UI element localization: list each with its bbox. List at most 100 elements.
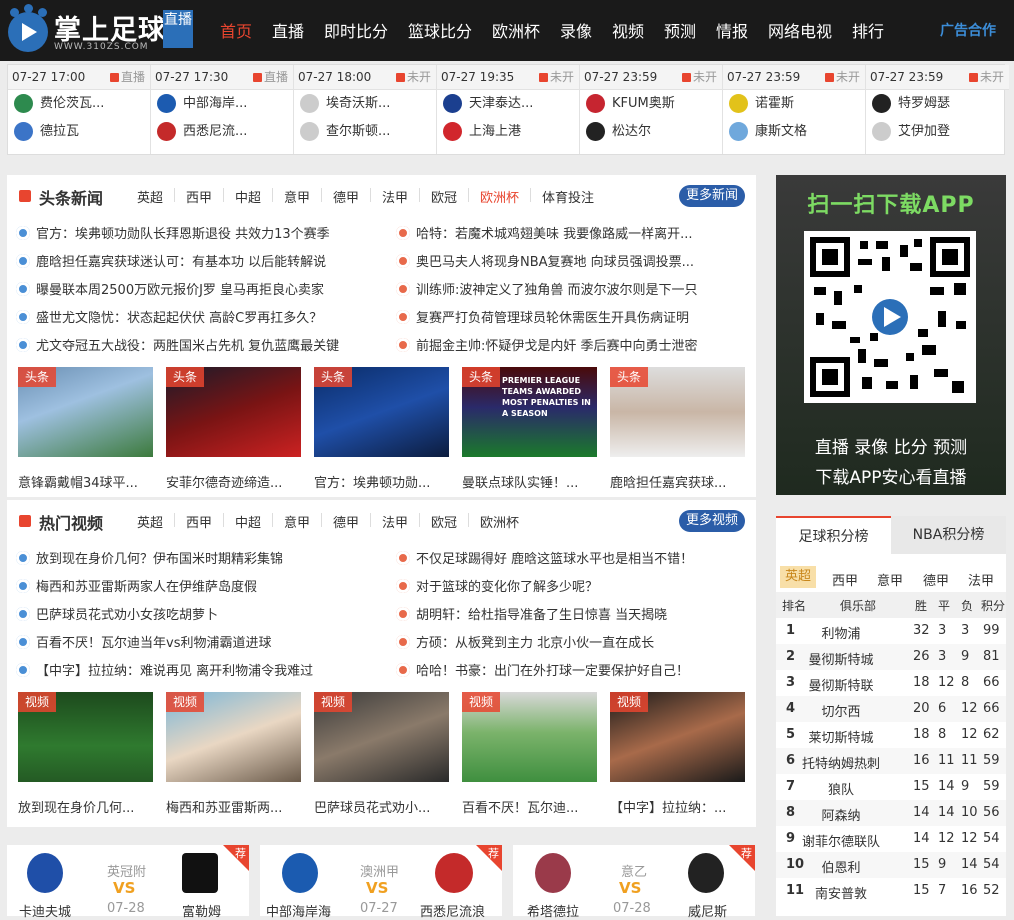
app-download-panel[interactable]: 扫一扫下载APP 直播 录像 比分 预测 下载APP安心看直播	[776, 175, 1006, 495]
video-thumbnail[interactable]: 视频	[166, 692, 301, 782]
video-link[interactable]: 放到现在身价几何？伊布国米时期精彩集锦	[16, 548, 376, 567]
standings-row[interactable]: 4 切尔西 20 6 12 66	[776, 696, 1006, 722]
standings-row[interactable]: 7 狼队 15 14 9 59	[776, 774, 1006, 800]
match-card[interactable]: 07-27 23:59 未开 特罗姆瑟 艾伊加登	[866, 65, 1009, 154]
nav-euro[interactable]: 欧洲杯	[492, 18, 540, 42]
news-link[interactable]: 官方：埃弗顿功勋队长拜恩斯退役 共效力13个赛季	[16, 223, 376, 242]
tab-euro[interactable]: 欧洲杯	[480, 512, 519, 531]
news-link[interactable]: 奥巴马夫人将现身NBA复赛地 向球员强调投票...	[396, 251, 746, 270]
tab-ucl[interactable]: 欧冠	[431, 187, 457, 206]
standings-row[interactable]: 2 曼彻斯特城 26 3 9 81	[776, 644, 1006, 670]
news-link[interactable]: 盛世尤文隐忧：状态起起伏伏 高龄C罗再扛多久？	[16, 307, 376, 326]
match-card[interactable]: 07-27 18:00 未开 埃奇沃斯... 查尔斯顿...	[294, 65, 437, 154]
standings-row[interactable]: 8 阿森纳 14 14 10 56	[776, 800, 1006, 826]
league-bundesliga[interactable]: 德甲	[923, 570, 949, 589]
video-link[interactable]: 巴萨球员花式劝小女孩吃胡萝卜	[16, 604, 376, 623]
tab-betting[interactable]: 体育投注	[542, 187, 594, 206]
video-link[interactable]: 对于篮球的变化你了解多少呢？	[396, 576, 746, 595]
site-logo[interactable]: 掌上足球 直播 WWW.310ZS.COM	[8, 4, 193, 56]
nav-video[interactable]: 视频	[612, 18, 644, 42]
ad-link[interactable]: 广告合作	[940, 20, 996, 40]
fixture-card[interactable]: 荐 意乙 VS 07-28 希塔德拉 威尼斯	[513, 845, 755, 920]
tab-nba-standings[interactable]: NBA积分榜	[891, 516, 1006, 554]
news-link[interactable]: 鹿晗担任嘉宾获球迷认可：有基本功 以后能转解说	[16, 251, 376, 270]
match-card[interactable]: 07-27 19:35 未开 天津泰达... 上海上港	[437, 65, 580, 154]
video-link[interactable]: 【中字】拉拉纳：难说再见 离开利物浦令我难过	[16, 660, 376, 679]
league-seriea[interactable]: 意甲	[877, 570, 903, 589]
tab-euro[interactable]: 欧洲杯	[480, 187, 519, 206]
video-link[interactable]: 哈哈！书豪：出门在外打球一定要保护好自己！	[396, 660, 746, 679]
tab-seriea[interactable]: 意甲	[284, 187, 310, 206]
thumbnail-caption[interactable]: 放到现在身价几何...	[18, 797, 153, 816]
news-thumbnail[interactable]: 头条	[314, 367, 449, 457]
video-link[interactable]: 百看不厌！瓦尔迪当年vs利物浦霸道进球	[16, 632, 376, 651]
news-link[interactable]: 复赛严打负荷管理球员轮休需医生开具伤病证明	[396, 307, 746, 326]
standings-row[interactable]: 10 伯恩利 15 9 14 54	[776, 852, 1006, 878]
video-thumbnail[interactable]: 视频	[462, 692, 597, 782]
standings-row[interactable]: 5 莱切斯特城 18 8 12 62	[776, 722, 1006, 748]
tab-bundesliga[interactable]: 德甲	[333, 512, 359, 531]
tab-bundesliga[interactable]: 德甲	[333, 187, 359, 206]
video-link[interactable]: 方硕：从板凳到主力 北京小伙一直在成长	[396, 632, 746, 651]
thumbnail-caption[interactable]: 鹿晗担任嘉宾获球...	[610, 472, 745, 491]
video-thumbnail[interactable]: 视频	[18, 692, 153, 782]
thumbnail-caption[interactable]: 巴萨球员花式劝小...	[314, 797, 449, 816]
tab-csl[interactable]: 中超	[235, 512, 261, 531]
news-thumbnail[interactable]: 头条 PREMIER LEAGUE TEAMS AWARDED MOST PENA…	[462, 367, 597, 457]
thumbnail-caption[interactable]: 官方：埃弗顿功勋...	[314, 472, 449, 491]
standings-row[interactable]: 3 曼彻斯特联 18 12 8 66	[776, 670, 1006, 696]
thumbnail-caption[interactable]: 梅西和苏亚雷斯两...	[166, 797, 301, 816]
tab-ucl[interactable]: 欧冠	[431, 512, 457, 531]
fixture-card[interactable]: 荐 英冠附 VS 07-28 卡迪夫城 富勒姆	[7, 845, 249, 920]
nav-home[interactable]: 首页	[220, 18, 252, 42]
nav-rank[interactable]: 排行	[852, 18, 884, 42]
video-link[interactable]: 梅西和苏亚雷斯两家人在伊维萨岛度假	[16, 576, 376, 595]
more-videos-button[interactable]: 更多视频	[679, 510, 745, 532]
tab-epl[interactable]: 英超	[137, 187, 163, 206]
match-card[interactable]: 07-27 23:59 未开 KFUM奥斯 松达尔	[580, 65, 723, 154]
nav-basketball[interactable]: 篮球比分	[408, 18, 472, 42]
nav-intel[interactable]: 情报	[716, 18, 748, 42]
video-thumbnail[interactable]: 视频	[314, 692, 449, 782]
match-card[interactable]: 07-27 17:00 直播 费伦茨瓦... 德拉瓦	[8, 65, 151, 154]
news-link[interactable]: 前掘金主帅:怀疑伊戈是内奸 季后赛中向勇士泄密	[396, 335, 746, 354]
thumbnail-caption[interactable]: 安菲尔德奇迹缔造...	[166, 472, 301, 491]
fixture-card[interactable]: 荐 澳洲甲 VS 07-27 中部海岸海 西悉尼流浪	[260, 845, 502, 920]
video-thumbnail[interactable]: 视频	[610, 692, 745, 782]
nav-predict[interactable]: 预测	[664, 18, 696, 42]
thumbnail-caption[interactable]: 曼联点球队实锤！...	[462, 472, 597, 491]
standings-row[interactable]: 1 利物浦 32 3 3 99	[776, 618, 1006, 644]
video-link[interactable]: 胡明轩：给杜指导准备了生日惊喜 当天揭晓	[396, 604, 746, 623]
news-thumbnail[interactable]: 头条	[610, 367, 745, 457]
standings-row[interactable]: 9 谢菲尔德联队 14 12 12 54	[776, 826, 1006, 852]
thumbnail-caption[interactable]: 意锋霸戴帽34球平...	[18, 472, 153, 491]
news-thumbnail[interactable]: 头条	[166, 367, 301, 457]
tab-ligue1[interactable]: 法甲	[382, 512, 408, 531]
tab-laliga[interactable]: 西甲	[186, 187, 212, 206]
news-link[interactable]: 训练师:波神定义了独角兽 而波尔波尔则是下一只	[396, 279, 746, 298]
nav-tv[interactable]: 网络电视	[768, 18, 832, 42]
nav-scores[interactable]: 即时比分	[324, 18, 388, 42]
tab-ligue1[interactable]: 法甲	[382, 187, 408, 206]
news-link[interactable]: 哈特：若魔术城鸡翅美味 我要像路威一样离开...	[396, 223, 746, 242]
tab-csl[interactable]: 中超	[235, 187, 261, 206]
league-epl[interactable]: 英超	[780, 566, 817, 588]
news-link[interactable]: 曝曼联本周2500万欧元报价J罗 皇马再拒良心卖家	[16, 279, 376, 298]
nav-replay[interactable]: 录像	[560, 18, 592, 42]
thumbnail-caption[interactable]: 百看不厌！瓦尔迪...	[462, 797, 597, 816]
tab-football-standings[interactable]: 足球积分榜	[776, 516, 891, 554]
news-link[interactable]: 尤文夺冠五大战役：两胜国米占先机 复仇蓝鹰最关键	[16, 335, 376, 354]
league-ligue1[interactable]: 法甲	[968, 570, 994, 589]
more-news-button[interactable]: 更多新闻	[679, 185, 745, 207]
match-card[interactable]: 07-27 17:30 直播 中部海岸... 西悉尼流...	[151, 65, 294, 154]
nav-live[interactable]: 直播	[272, 18, 304, 42]
standings-row[interactable]: 11 南安普敦 15 7 16 52	[776, 878, 1006, 904]
tab-laliga[interactable]: 西甲	[186, 512, 212, 531]
news-thumbnail[interactable]: 头条	[18, 367, 153, 457]
tab-seriea[interactable]: 意甲	[284, 512, 310, 531]
video-link[interactable]: 不仅足球踢得好 鹿晗这篮球水平也是相当不错！	[396, 548, 746, 567]
tab-epl[interactable]: 英超	[137, 512, 163, 531]
standings-row[interactable]: 6 托特纳姆热刺 16 11 11 59	[776, 748, 1006, 774]
league-laliga[interactable]: 西甲	[832, 570, 858, 589]
thumbnail-caption[interactable]: 【中字】拉拉纳：...	[610, 797, 745, 816]
